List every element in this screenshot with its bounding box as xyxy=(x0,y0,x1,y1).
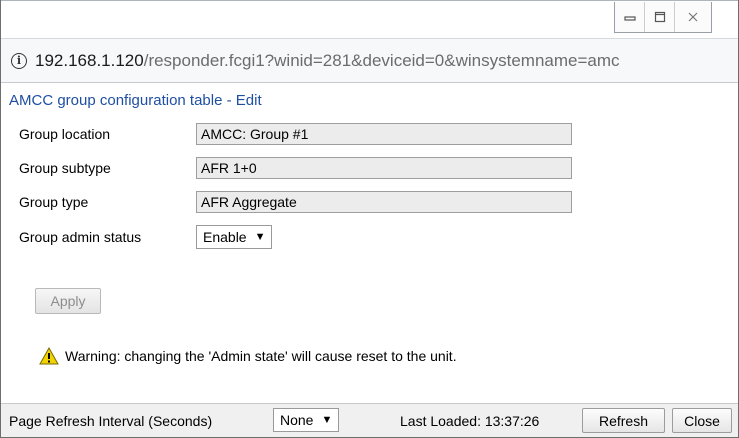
group-subtype-field: AFR 1+0 xyxy=(196,157,572,179)
title-bar xyxy=(1,0,738,39)
refresh-interval-value: None xyxy=(280,412,314,428)
warning-message: Warning: changing the 'Admin state' will… xyxy=(39,347,457,365)
footer-bar: Page Refresh Interval (Seconds) None ▼ L… xyxy=(1,403,738,437)
refresh-interval-label: Page Refresh Interval (Seconds) xyxy=(9,413,213,429)
admin-status-value: Enable xyxy=(203,229,247,245)
warning-text: Warning: changing the 'Admin state' will… xyxy=(65,348,457,364)
group-type-row: Group type xyxy=(19,190,177,214)
group-subtype-row: Group subtype xyxy=(19,156,177,180)
group-type-field: AFR Aggregate xyxy=(196,191,572,213)
group-location-row: Group location xyxy=(19,122,177,146)
admin-status-select[interactable]: Enable ▼ xyxy=(196,225,273,249)
close-icon xyxy=(688,12,698,22)
popup-window: i 192.168.1.120/responder.fcgi1?winid=28… xyxy=(0,0,739,438)
url-path: /responder.fcgi1?winid=281&deviceid=0&wi… xyxy=(143,50,620,70)
admin-status-label: Group admin status xyxy=(19,229,142,245)
admin-status-row: Group admin status xyxy=(19,225,177,249)
group-location-field: AMCC: Group #1 xyxy=(196,123,572,145)
info-icon[interactable]: i xyxy=(11,52,27,69)
last-loaded-text: Last Loaded: 13:37:26 xyxy=(400,413,540,429)
page-title: AMCC group configuration table - Edit xyxy=(9,92,262,109)
apply-button[interactable]: Apply xyxy=(35,288,101,314)
group-subtype-label: Group subtype xyxy=(19,160,111,176)
url-host: 192.168.1.120 xyxy=(35,50,144,70)
address-bar[interactable]: i 192.168.1.120/responder.fcgi1?winid=28… xyxy=(1,38,738,83)
warning-icon xyxy=(39,347,59,365)
group-location-label: Group location xyxy=(19,126,111,142)
refresh-interval-select[interactable]: None ▼ xyxy=(273,408,340,432)
minimize-icon xyxy=(623,16,636,21)
close-button[interactable] xyxy=(675,2,711,32)
maximize-button[interactable] xyxy=(645,2,675,32)
maximize-icon xyxy=(654,11,665,23)
dropdown-arrow-icon: ▼ xyxy=(254,231,266,243)
minimize-button[interactable] xyxy=(615,2,645,32)
close-button[interactable]: Close xyxy=(672,408,732,433)
dropdown-arrow-icon: ▼ xyxy=(321,414,333,426)
group-type-label: Group type xyxy=(19,194,89,210)
window-controls xyxy=(614,2,712,33)
refresh-button[interactable]: Refresh xyxy=(582,408,665,433)
